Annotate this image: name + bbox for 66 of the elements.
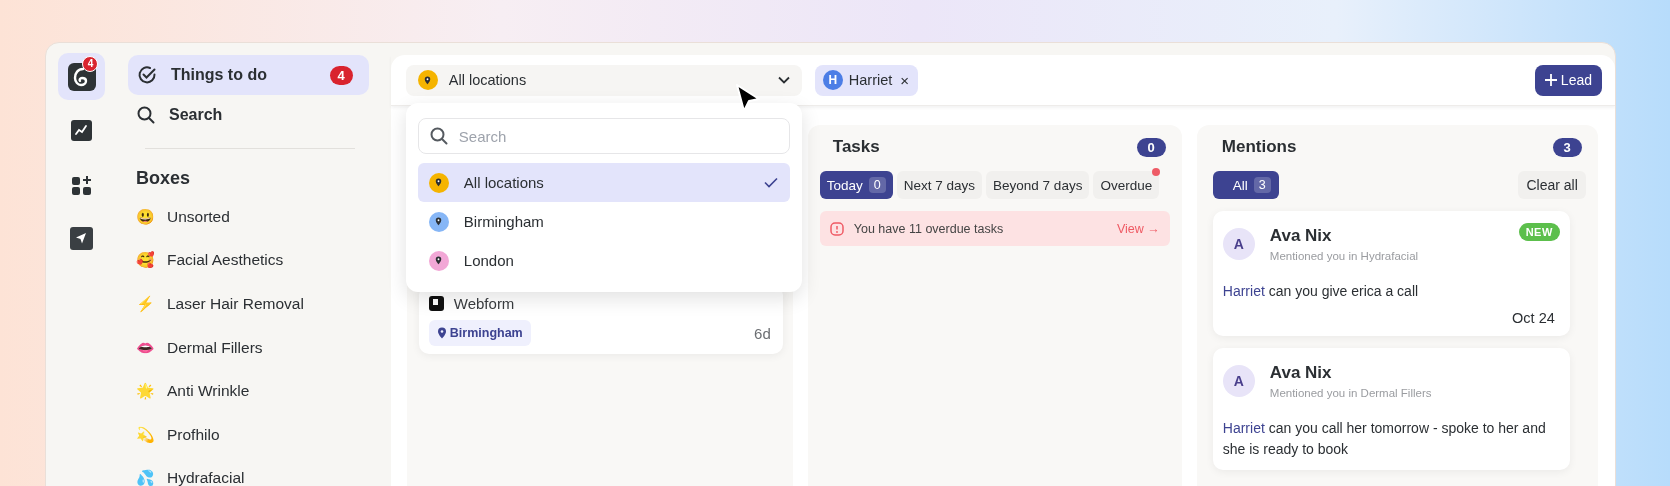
chevron-icon bbox=[777, 76, 790, 84]
form-icon bbox=[428, 296, 444, 311]
filter-tab[interactable]: Beyond 7 days bbox=[986, 171, 1090, 199]
avatar: A bbox=[1222, 228, 1255, 260]
emoji-icon: 😃 bbox=[135, 207, 154, 226]
emoji-icon: 🥰 bbox=[135, 251, 154, 270]
count-badge: 0 bbox=[1136, 137, 1166, 157]
filter-tab[interactable]: Next 7 days bbox=[896, 171, 983, 199]
count-badge: 4 bbox=[329, 65, 353, 85]
column-title: Mentions bbox=[1221, 137, 1297, 157]
location-select[interactable]: All locations bbox=[405, 64, 802, 96]
mention-context: Mentioned you in Hydrafacial bbox=[1269, 250, 1419, 262]
send-icon bbox=[70, 227, 94, 250]
sidebar-item[interactable]: Search bbox=[127, 95, 369, 135]
chip-label: Harriet bbox=[848, 72, 893, 88]
chart-icon bbox=[71, 120, 93, 141]
author-name: Ava Nix bbox=[1269, 226, 1333, 246]
mention-card[interactable]: A Ava Nix Mentioned you in Hydrafacial NEW Harriet can you give erica a call Oct 24 bbox=[1212, 211, 1570, 336]
rail-button[interactable]: 4 bbox=[58, 53, 106, 100]
count-badge: 3 bbox=[1552, 137, 1582, 157]
column-title: Tasks bbox=[832, 137, 880, 157]
check-circle-icon bbox=[136, 65, 157, 85]
notification-badge: 4 bbox=[82, 56, 99, 72]
message-text: Harriet can you give erica a call bbox=[1222, 282, 1420, 301]
apps-add-icon bbox=[71, 174, 92, 195]
emoji-icon: ⚡ bbox=[135, 295, 154, 313]
new-badge: NEW bbox=[1518, 223, 1560, 241]
search-icon bbox=[136, 106, 155, 124]
sidebar-item[interactable]: 🌟 Anti Wrinkle bbox=[127, 369, 369, 413]
sidebar-item[interactable]: 👄 Dermal Fillers bbox=[127, 325, 369, 370]
tab-count: 3 bbox=[1253, 177, 1271, 193]
location-pin-icon bbox=[436, 327, 447, 339]
location-option[interactable]: London bbox=[417, 241, 790, 280]
mention-context: Mentioned you in Dermal Fillers bbox=[1269, 387, 1432, 399]
alert-text: You have 11 overdue tasks bbox=[853, 221, 1005, 236]
warning-icon bbox=[829, 221, 844, 236]
avatar: A bbox=[1222, 365, 1255, 397]
sidebar-item[interactable]: Things to do 4 bbox=[127, 55, 369, 95]
emoji-icon: 👄 bbox=[135, 338, 154, 357]
emoji-icon: 🌟 bbox=[135, 382, 154, 401]
checkmark-icon bbox=[763, 177, 778, 188]
sidebar-item[interactable]: 😃 Unsorted bbox=[127, 195, 369, 239]
sidebar-item[interactable]: 🥰 Facial Aesthetics bbox=[127, 238, 369, 283]
location-option[interactable]: Birmingham bbox=[417, 202, 790, 241]
filter-tab[interactable]: Overdue bbox=[1093, 171, 1160, 199]
mention-date: Oct 24 bbox=[1511, 310, 1556, 326]
mention-card[interactable]: A Ava Nix Mentioned you in Dermal Fillers Harriet can you call her tomorrow - spoke to her and she is ready to book bbox=[1212, 348, 1570, 470]
emoji-icon: 💫 bbox=[135, 425, 154, 444]
remove-button[interactable]: × bbox=[898, 71, 910, 89]
sidebar-item[interactable]: 💫 Profhilo bbox=[127, 412, 369, 457]
location-tag: Birmingham bbox=[428, 320, 531, 346]
author-name: Ava Nix bbox=[1269, 363, 1333, 383]
plus-icon bbox=[1544, 74, 1557, 86]
filter-tab[interactable]: Today 0 bbox=[819, 171, 893, 199]
lead-source: Webform bbox=[453, 295, 515, 312]
lead-age: 6d bbox=[754, 324, 771, 342]
filter-tab[interactable]: All 3 bbox=[1212, 171, 1279, 199]
tab-count: 0 bbox=[868, 177, 886, 193]
search-field[interactable]: Search bbox=[417, 118, 790, 154]
sidebar-item[interactable]: ⚡ Laser Hair Removal bbox=[127, 282, 369, 326]
avatar: H bbox=[822, 70, 843, 90]
message-text: Harriet can you call her tomorrow - spoke to her and she is ready to book bbox=[1222, 419, 1547, 459]
section-title: Boxes bbox=[135, 167, 191, 190]
add-lead-button[interactable]: Lead bbox=[1534, 64, 1602, 96]
clear-all-button[interactable]: Clear all bbox=[1518, 171, 1586, 199]
location-option[interactable]: All locations bbox=[417, 163, 790, 202]
